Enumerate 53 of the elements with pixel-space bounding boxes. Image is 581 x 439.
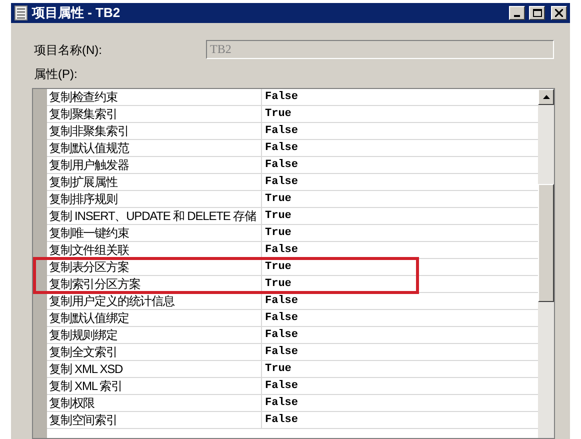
property-value[interactable]: False <box>265 346 298 358</box>
scroll-thumb[interactable] <box>538 184 554 302</box>
property-name[interactable]: 复制检查约束 <box>47 90 261 104</box>
property-name[interactable]: 复制默认值规范 <box>47 142 261 154</box>
property-value[interactable]: True <box>265 260 292 274</box>
property-value[interactable]: False <box>265 124 298 138</box>
property-name[interactable]: 复制权限 <box>47 396 261 410</box>
property-value[interactable]: False <box>265 328 298 342</box>
document-icon <box>14 5 28 21</box>
maximize-icon <box>532 9 542 17</box>
scroll-up-button[interactable] <box>538 89 554 105</box>
property-value[interactable]: True <box>265 192 292 206</box>
property-value[interactable]: True <box>265 108 292 120</box>
property-value[interactable]: False <box>265 142 298 154</box>
window-title: 项目属性 - TB2 <box>32 4 122 22</box>
property-name[interactable]: 复制文件组关联 <box>47 244 261 256</box>
property-value[interactable]: False <box>265 294 298 308</box>
property-name[interactable]: 复制 XML XSD <box>47 362 261 376</box>
property-value[interactable]: False <box>265 90 298 104</box>
property-name[interactable]: 复制表分区方案 <box>47 260 261 274</box>
project-name-label: 项目名称(N): <box>34 42 103 58</box>
property-value[interactable]: True <box>265 226 292 240</box>
property-name[interactable]: 复制用户定义的统计信息 <box>47 294 261 308</box>
property-name[interactable]: 复制 XML 索引 <box>47 380 261 392</box>
property-name[interactable]: 复制空间索引 <box>47 414 261 426</box>
property-name[interactable]: 复制默认值绑定 <box>47 312 261 324</box>
property-value[interactable]: True <box>265 278 292 290</box>
close-button[interactable] <box>551 6 567 20</box>
property-name[interactable]: 复制聚集索引 <box>47 108 261 120</box>
property-value[interactable]: True <box>265 210 292 222</box>
property-name[interactable]: 复制非聚集索引 <box>47 124 261 138</box>
property-name[interactable]: 复制全文索引 <box>47 346 261 358</box>
property-value[interactable]: False <box>265 380 298 392</box>
maximize-button[interactable] <box>529 6 545 20</box>
property-value[interactable]: True <box>265 362 292 376</box>
property-name[interactable]: 复制 INSERT、UPDATE 和 DELETE 存储 <box>47 210 261 222</box>
property-name[interactable]: 复制排序规则 <box>47 192 261 206</box>
properties-label: 属性(P): <box>34 66 78 83</box>
property-name[interactable]: 复制唯一键约束 <box>47 226 261 240</box>
scrollbar[interactable] <box>538 89 554 438</box>
property-name[interactable]: 复制索引分区方案 <box>47 278 261 290</box>
property-value[interactable]: False <box>265 244 298 256</box>
property-value[interactable]: False <box>265 176 298 188</box>
property-name[interactable]: 复制规则绑定 <box>47 328 261 342</box>
minimize-button[interactable] <box>509 6 525 20</box>
property-name[interactable]: 复制扩展属性 <box>47 176 261 188</box>
property-value[interactable]: False <box>265 312 298 324</box>
property-name[interactable]: 复制用户触发器 <box>47 158 261 172</box>
property-value[interactable]: False <box>265 396 298 410</box>
property-value[interactable]: False <box>265 414 298 426</box>
property-value[interactable]: False <box>265 158 298 172</box>
up-arrow-icon <box>542 95 550 99</box>
close-icon <box>555 9 563 17</box>
